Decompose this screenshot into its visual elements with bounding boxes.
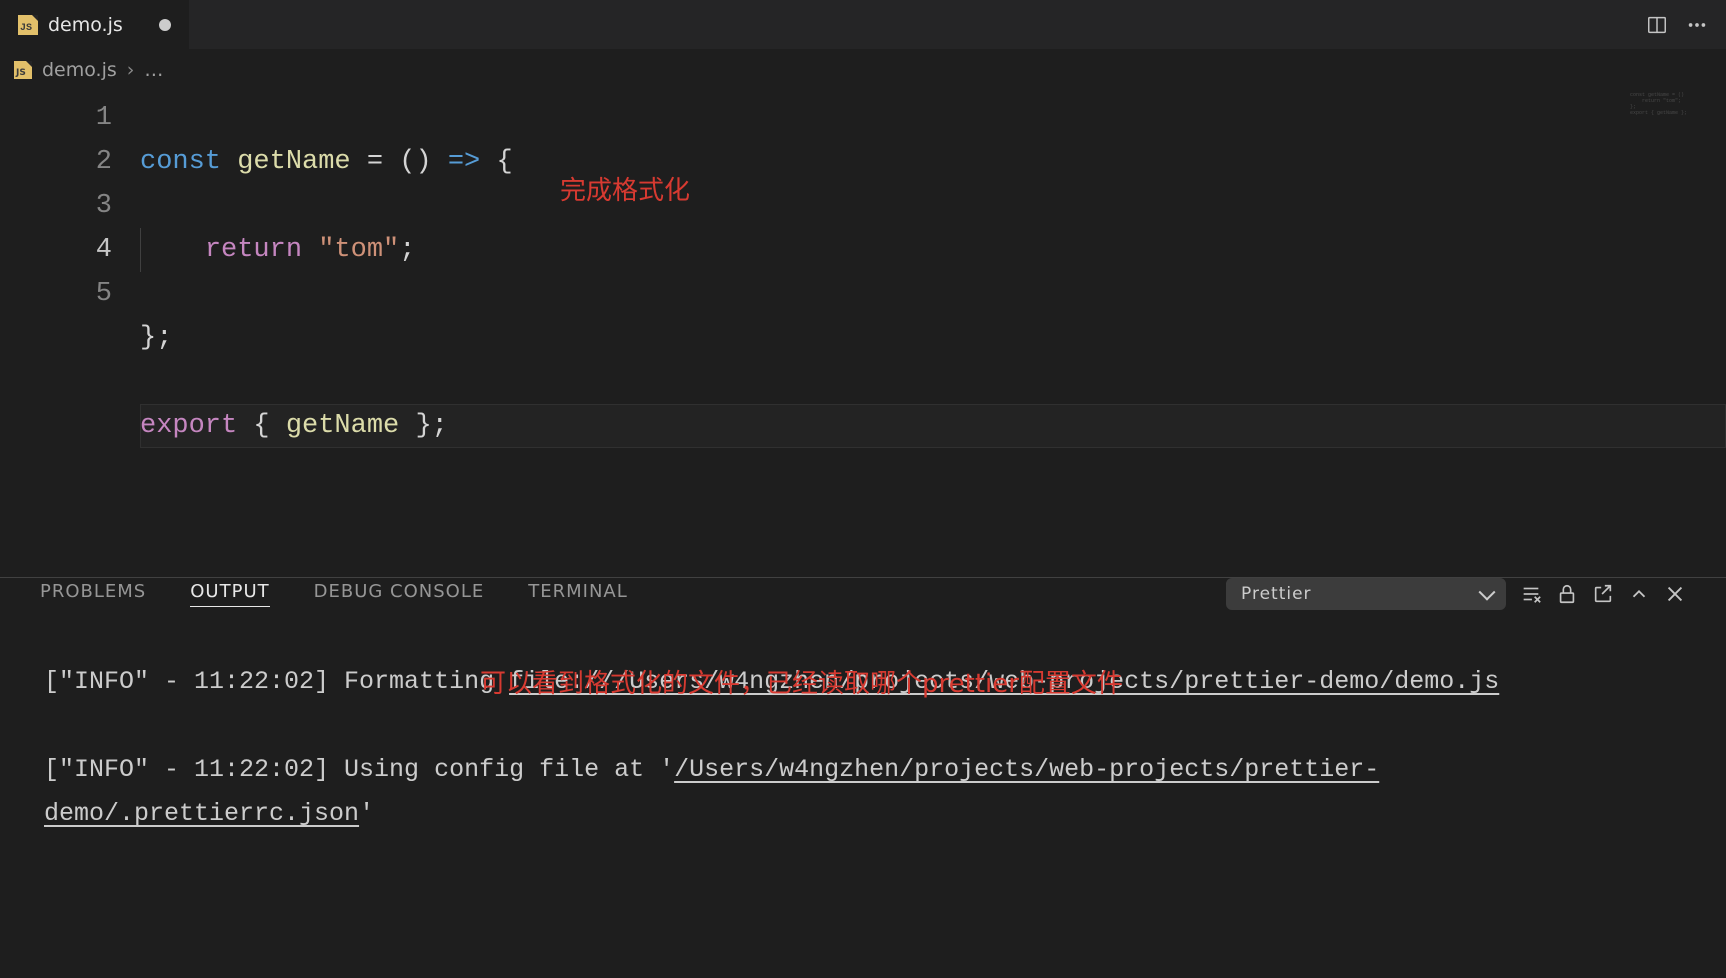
output-line: ["INFO" - 11:22:02] Using config file at…: [44, 748, 1686, 836]
tab-filename: demo.js: [48, 14, 123, 36]
line-number: 2: [0, 140, 112, 184]
line-number-gutter: 1 2 3 4 5: [0, 90, 140, 577]
line-number: 5: [0, 272, 112, 316]
breadcrumb[interactable]: JS demo.js › …: [0, 50, 1726, 90]
code-line: return "tom";: [140, 228, 1726, 272]
overlay-annotation: 完成格式化: [560, 170, 690, 207]
tab-problems[interactable]: PROBLEMS: [40, 581, 146, 607]
code-line: };: [140, 316, 1726, 360]
line-number: 3: [0, 184, 112, 228]
code-line: [140, 492, 1726, 536]
output-channel-select[interactable]: Prettier: [1226, 578, 1506, 610]
line-number: 1: [0, 96, 112, 140]
more-icon[interactable]: [1686, 14, 1708, 36]
code-line: export { getName };: [140, 404, 1726, 448]
split-editor-icon[interactable]: [1646, 14, 1668, 36]
minimap[interactable]: const getName = () return "tom"; }; expo…: [1630, 92, 1720, 182]
editor-header-actions: [1628, 0, 1726, 49]
output-channel-value: Prettier: [1241, 584, 1312, 604]
breadcrumb-filename: demo.js: [42, 59, 117, 81]
javascript-file-icon: JS: [18, 15, 38, 35]
editor-tab[interactable]: JS demo.js: [0, 0, 190, 49]
line-number: 4: [0, 228, 112, 272]
unsaved-dot-icon: [159, 19, 171, 31]
code-area[interactable]: const getName = () => { return "tom"; };…: [140, 90, 1726, 577]
output-body[interactable]: ["INFO" - 11:22:02] Formatting file:///U…: [0, 610, 1726, 978]
chevron-right-icon: ›: [127, 59, 135, 81]
breadcrumb-rest: …: [144, 59, 163, 81]
code-line: const getName = () => {: [140, 140, 1726, 184]
code-editor[interactable]: 1 2 3 4 5 const getName = () => { return…: [0, 90, 1726, 577]
overlay-annotation: 可以看到格式化的文件，已经读取哪个prettier配置文件: [480, 662, 1123, 706]
editor-tab-bar: JS demo.js: [0, 0, 1726, 50]
javascript-file-icon: JS: [14, 61, 32, 79]
bottom-panel: PROBLEMS OUTPUT DEBUG CONSOLE TERMINAL P…: [0, 577, 1726, 822]
